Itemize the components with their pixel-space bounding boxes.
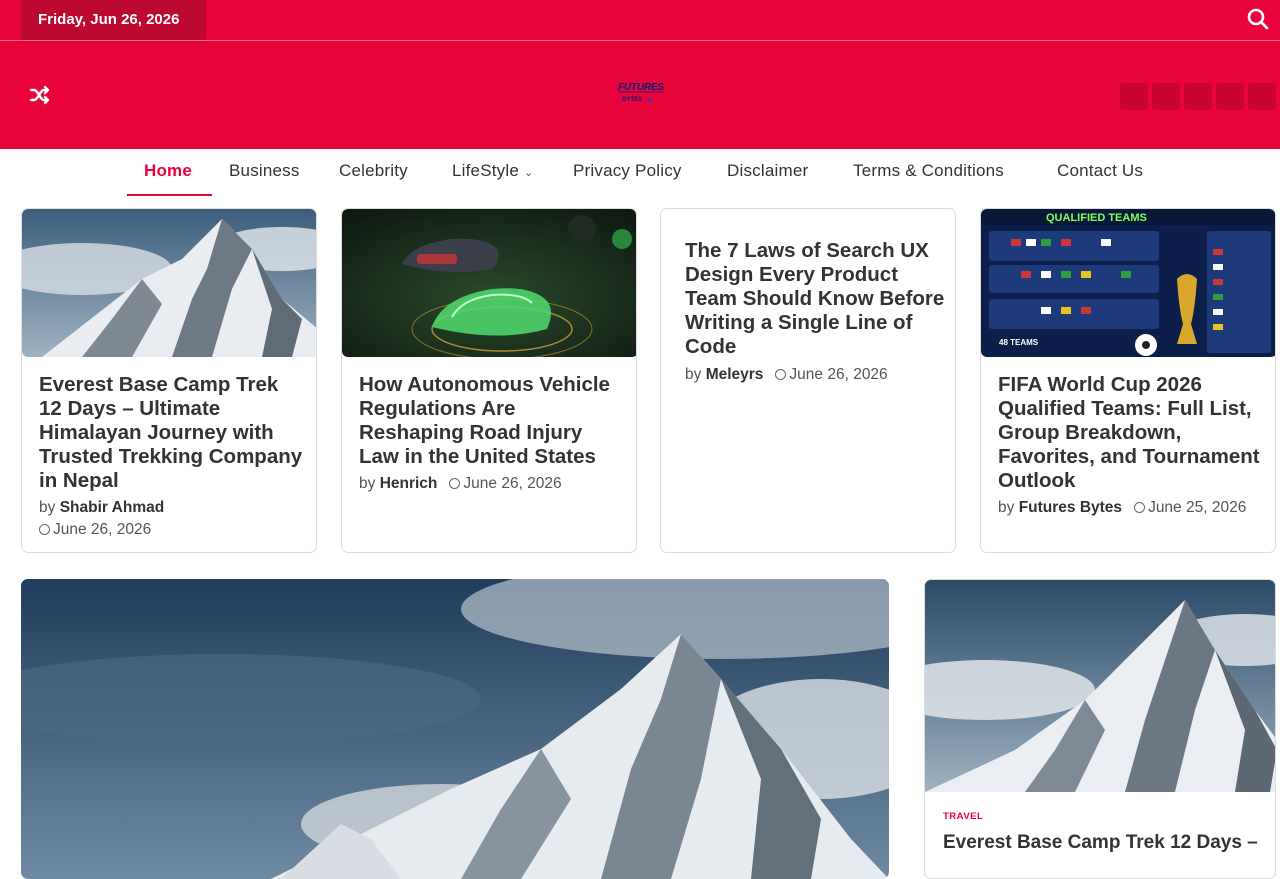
current-date: Friday, Jun 26, 2026	[21, 0, 206, 40]
instagram-icon[interactable]	[1184, 83, 1212, 110]
post-title[interactable]: Everest Base Camp Trek 12 Days – Ultimat…	[39, 373, 303, 493]
site-logo[interactable]: FUTURES BYTES ✈	[612, 77, 672, 111]
nav-label: Privacy Policy	[573, 161, 682, 180]
nav-item-disclaimer[interactable]: Disclaimer	[727, 149, 808, 196]
social-links	[1120, 83, 1276, 110]
post-date: June 26, 2026	[463, 475, 562, 492]
post-meta: by Meleyrs June 26, 2026	[685, 366, 888, 384]
post-title[interactable]: How Autonomous Vehicle Regulations Are R…	[359, 373, 623, 469]
post-meta: by Futures Bytes June 25, 2026	[998, 499, 1246, 517]
shuffle-icon[interactable]	[28, 83, 52, 107]
category-label[interactable]: TRAVEL	[943, 811, 983, 822]
main-navigation: Home Business Celebrity LifeStyle ⌄ Priva…	[0, 149, 1280, 199]
clock-icon	[39, 524, 50, 535]
svg-text:✈: ✈	[646, 97, 654, 107]
post-author[interactable]: Henrich	[380, 475, 438, 492]
post-card: The 7 Laws of Search UX Design Every Pro…	[660, 208, 956, 553]
nav-item-contact[interactable]: Contact Us	[1057, 149, 1143, 196]
nav-item-business[interactable]: Business	[229, 149, 300, 196]
nav-label: Business	[229, 161, 300, 180]
by-label: by	[359, 475, 376, 492]
post-thumbnail[interactable]	[22, 209, 316, 357]
post-title[interactable]: FIFA World Cup 2026 Qualified Teams: Ful…	[998, 373, 1262, 493]
post-meta: by Shabir Ahmad	[39, 499, 164, 517]
nav-item-home[interactable]: Home	[127, 149, 212, 196]
infographic-heading: QUALIFIED TEAMS	[1046, 212, 1147, 224]
post-author[interactable]: Meleyrs	[706, 366, 764, 383]
nav-item-terms[interactable]: Terms & Conditions	[853, 149, 1004, 196]
twitter-icon[interactable]	[1152, 83, 1180, 110]
infographic-team-count: 48 TEAMS	[999, 338, 1039, 347]
nav-label: Disclaimer	[727, 161, 809, 180]
post-date: June 26, 2026	[53, 521, 152, 538]
nav-item-lifestyle[interactable]: LifeStyle ⌄	[452, 149, 533, 196]
post-title[interactable]: The 7 Laws of Search UX Design Every Pro…	[685, 239, 949, 359]
nav-item-privacy-policy[interactable]: Privacy Policy	[573, 149, 682, 196]
facebook-icon[interactable]	[1120, 83, 1148, 110]
nav-label: LifeStyle	[452, 161, 520, 180]
post-date: June 26, 2026	[789, 366, 888, 383]
svg-text:FUTURES: FUTURES	[618, 82, 664, 93]
featured-post-image[interactable]	[21, 579, 889, 879]
svg-text:BYTES: BYTES	[622, 97, 642, 103]
clock-icon	[1134, 502, 1146, 513]
nav-label: Contact Us	[1057, 161, 1144, 180]
chevron-down-icon: ⌄	[524, 167, 534, 179]
post-author[interactable]: Shabir Ahmad	[60, 499, 165, 516]
search-icon[interactable]	[1246, 7, 1270, 31]
top-bar: Friday, Jun 26, 2026	[0, 0, 1280, 41]
site-header: FUTURES BYTES ✈	[0, 41, 1280, 149]
post-date-row: June 26, 2026	[39, 521, 151, 539]
post-card: How Autonomous Vehicle Regulations Are R…	[341, 208, 637, 553]
post-date: June 25, 2026	[1148, 499, 1247, 516]
pinterest-icon[interactable]	[1216, 83, 1244, 110]
linkedin-icon[interactable]	[1248, 83, 1276, 110]
side-post-card: TRAVEL Everest Base Camp Trek 12 Days –	[924, 579, 1276, 879]
post-card: Everest Base Camp Trek 12 Days – Ultimat…	[21, 208, 317, 553]
clock-icon	[775, 369, 787, 380]
by-label: by	[39, 499, 56, 516]
post-meta: by Henrich June 26, 2026	[359, 475, 562, 493]
nav-label: Home	[144, 161, 193, 180]
post-author[interactable]: Futures Bytes	[1019, 499, 1122, 516]
clock-icon	[449, 478, 461, 489]
post-thumbnail[interactable]	[925, 580, 1275, 792]
post-thumbnail[interactable]: QUALIFIED TEAMS 48 TEAMS	[981, 209, 1275, 357]
post-thumbnail[interactable]	[342, 209, 636, 357]
by-label: by	[685, 366, 702, 383]
post-title[interactable]: Everest Base Camp Trek 12 Days –	[943, 832, 1273, 854]
nav-label: Terms & Conditions	[853, 161, 1004, 180]
nav-label: Celebrity	[339, 161, 408, 180]
by-label: by	[998, 499, 1015, 516]
post-card: QUALIFIED TEAMS 48 TEAMS FIFA World Cup …	[980, 208, 1276, 553]
nav-item-celebrity[interactable]: Celebrity	[339, 149, 408, 196]
